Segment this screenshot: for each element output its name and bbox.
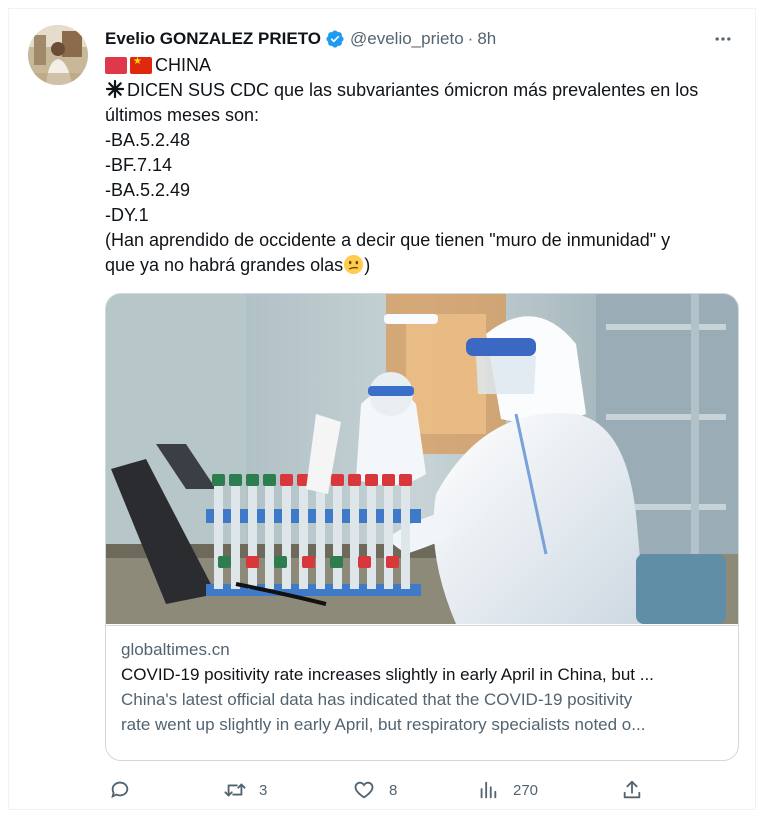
more-options-icon[interactable] [711,27,735,51]
tweet-header: Evelio GONZALEZ PRIETO @evelio_prieto · … [105,27,737,51]
share-button[interactable] [621,775,643,805]
tweet-container[interactable]: Evelio GONZALEZ PRIETO @evelio_prieto · … [8,8,756,810]
tweet-line: -BF.7.14 [105,155,173,175]
reply-icon [109,779,131,801]
separator-dot: · [467,29,474,48]
action-bar: 3 8 270 [105,775,741,805]
heart-icon [353,779,375,801]
card-body[interactable]: globaltimes.cn COVID-19 positivity rate … [106,625,738,760]
tweet-text: CHINA DICEN SUS CDC que las subvariantes… [105,53,741,278]
tweet-line: -BA.5.2.48 [105,130,191,150]
retweet-icon [223,779,246,801]
verified-badge-icon [325,29,345,49]
card-description-line: China's latest official data has indicat… [121,690,633,709]
like-button[interactable]: 8 [353,775,397,805]
confused-face-emoji-icon [344,254,364,275]
card-description-line: rate went up slightly in early April, bu… [121,715,646,734]
views-button[interactable]: 270 [477,775,538,805]
china-flag-icon [130,56,152,74]
views-icon [477,779,499,801]
eight-pointed-star-icon [105,79,125,99]
share-icon [621,779,643,801]
like-count: 8 [389,781,398,799]
tweet-line: DICEN SUS CDC que las subvariantes ómicr… [105,78,741,103]
retweet-count: 3 [259,781,268,799]
card-title[interactable]: COVID-19 positivity rate increases sligh… [121,662,723,687]
tweet-line: -BA.5.2.49 [105,180,191,200]
reply-button[interactable] [109,775,145,805]
avatar[interactable] [28,25,88,85]
display-name[interactable]: Evelio GONZALEZ PRIETO [105,29,321,49]
tweet-line: (Han aprendido de occidente a decir que … [105,230,671,250]
tweet-line: -DY.1 [105,205,149,225]
retweet-button[interactable]: 3 [223,775,267,805]
link-card[interactable]: globaltimes.cn COVID-19 positivity rate … [105,293,739,761]
card-description: China's latest official data has indicat… [121,687,723,737]
card-domain: globaltimes.cn [121,640,230,659]
timestamp[interactable]: 8h [477,29,496,49]
card-image[interactable] [106,294,738,624]
tweet-line: que ya no habrá grandes olas) [105,254,371,275]
tweet-line: últimos meses son: [105,105,260,125]
handle[interactable]: @evelio_prieto [350,29,464,49]
views-count: 270 [513,781,539,799]
red-square-emoji-icon [105,57,127,74]
tweet-line: CHINA [105,53,741,78]
